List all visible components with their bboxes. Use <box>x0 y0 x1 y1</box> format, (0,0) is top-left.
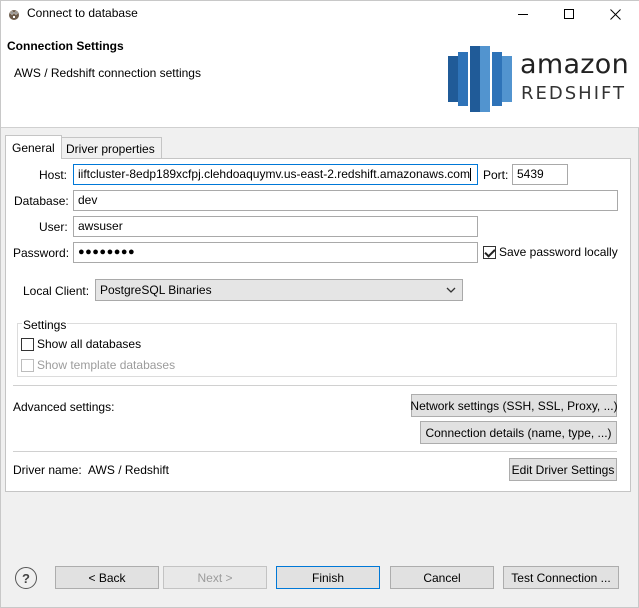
password-input[interactable]: ●●●●●●●● <box>73 242 478 263</box>
page-title: Connection Settings <box>7 39 124 53</box>
test-connection-button[interactable]: Test Connection ... <box>503 566 619 589</box>
cancel-button[interactable]: Cancel <box>390 566 494 589</box>
save-password-label: Save password locally <box>499 245 618 259</box>
text-caret <box>469 168 471 182</box>
user-label: User: <box>39 220 68 234</box>
edit-driver-settings-button[interactable]: Edit Driver Settings <box>509 458 617 481</box>
close-icon <box>609 8 621 20</box>
user-input[interactable]: awsuser <box>73 216 478 237</box>
minimize-icon <box>517 13 528 15</box>
back-button[interactable]: < Back <box>55 566 159 589</box>
divider <box>13 451 617 452</box>
redshift-logo: amazon REDSHIFT <box>448 43 629 115</box>
maximize-icon <box>563 8 574 19</box>
title-bar: Connect to database <box>1 1 639 27</box>
driver-name-value: AWS / Redshift <box>88 463 169 477</box>
show-all-databases-label: Show all databases <box>37 337 142 351</box>
tab-general[interactable]: General <box>5 135 62 159</box>
host-input[interactable]: iiftcluster-8edp189xcfpj.clehdoaquymv.us… <box>73 164 478 185</box>
settings-group-label: Settings <box>22 318 68 332</box>
host-label: Host: <box>39 168 68 182</box>
chevron-down-icon <box>446 287 456 293</box>
logo-word-redshift: REDSHIFT <box>521 83 627 104</box>
next-button: Next > <box>163 566 267 589</box>
page-subtitle: AWS / Redshift connection settings <box>14 66 201 80</box>
local-client-value: PostgreSQL Binaries <box>100 283 212 297</box>
show-all-databases-checkbox[interactable] <box>21 338 34 351</box>
minimize-button[interactable] <box>500 1 546 27</box>
driver-name-label: Driver name: <box>13 463 82 477</box>
redshift-logo-icon <box>448 46 512 112</box>
password-label: Password: <box>13 246 70 260</box>
close-button[interactable] <box>592 1 638 27</box>
finish-button[interactable]: Finish <box>276 566 380 589</box>
database-label: Database: <box>14 194 69 208</box>
port-input[interactable]: 5439 <box>512 164 568 185</box>
header-divider <box>1 127 639 128</box>
advanced-settings-label: Advanced settings: <box>13 400 115 414</box>
host-value: iiftcluster-8edp189xcfpj.clehdoaquymv.us… <box>78 167 470 181</box>
tab-driver-properties[interactable]: Driver properties <box>59 137 162 159</box>
maximize-button[interactable] <box>546 1 592 27</box>
port-label: Port: <box>483 168 509 182</box>
divider <box>13 385 617 386</box>
connect-dialog: Connect to database Connection Settings … <box>0 0 639 608</box>
logo-word-amazon: amazon <box>520 49 629 80</box>
connection-details-button[interactable]: Connection details (name, type, ...) <box>420 421 617 444</box>
dialog-header: Connection Settings AWS / Redshift conne… <box>1 27 639 127</box>
show-template-databases-checkbox <box>21 359 34 372</box>
database-input[interactable]: dev <box>73 190 618 211</box>
help-button[interactable]: ? <box>15 567 37 589</box>
show-template-databases-label: Show template databases <box>37 358 176 372</box>
local-client-label: Local Client: <box>23 284 90 298</box>
help-icon: ? <box>22 570 30 586</box>
network-settings-button[interactable]: Network settings (SSH, SSL, Proxy, ...) <box>410 394 618 417</box>
save-password-checkbox[interactable] <box>483 246 496 259</box>
window-title: Connect to database <box>27 6 138 20</box>
local-client-select[interactable]: PostgreSQL Binaries <box>95 279 463 301</box>
dbeaver-beaver-icon <box>9 10 19 20</box>
